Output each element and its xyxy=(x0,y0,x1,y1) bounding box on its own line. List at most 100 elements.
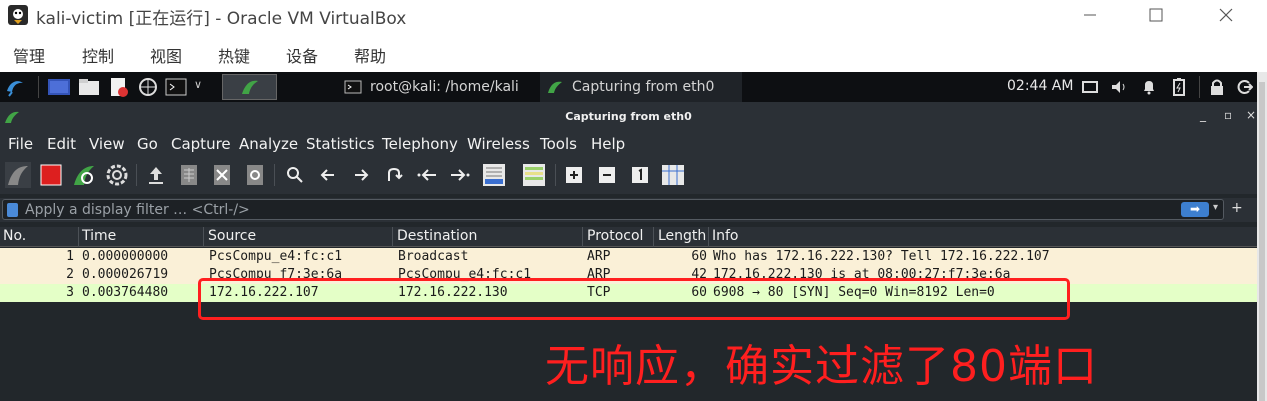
zoom-out-button[interactable] xyxy=(594,162,620,188)
column-no[interactable]: No. xyxy=(3,228,26,244)
column-length[interactable]: Length xyxy=(658,228,706,244)
packet-time: 0.000000000 xyxy=(82,249,169,264)
close-button[interactable] xyxy=(1203,0,1249,30)
restart-fin-icon xyxy=(74,166,94,185)
column-source[interactable]: Source xyxy=(208,228,256,244)
column-divider xyxy=(708,227,709,247)
go-forward-button[interactable] xyxy=(348,162,374,188)
vbox-menubar: 管理 控制 视图 热键 设备 帮助 xyxy=(0,36,1267,70)
file-manager-icon[interactable] xyxy=(78,77,100,97)
web-browser-icon[interactable] xyxy=(137,77,159,97)
go-to-packet-button[interactable] xyxy=(381,162,407,188)
close-file-button[interactable] xyxy=(209,162,235,188)
maximize-button[interactable] xyxy=(1133,0,1179,30)
column-protocol[interactable]: Protocol xyxy=(587,228,643,244)
window-title: kali-victim [正在运行] - Oracle VM VirtualBo… xyxy=(36,9,407,29)
ws-maximize-icon[interactable]: ▫ xyxy=(1224,108,1232,122)
open-file-button[interactable] xyxy=(143,162,169,188)
terminal-icon xyxy=(344,80,362,94)
menu-manage[interactable]: 管理 xyxy=(13,43,45,67)
ws-minimize-icon[interactable]: _ xyxy=(1200,108,1206,122)
column-divider xyxy=(582,227,583,247)
menu-wireless[interactable]: Wireless xyxy=(467,135,530,153)
guest-screen: ∨ root@kali: /home/kali Capturing from e… xyxy=(0,72,1257,401)
shark-fin-icon xyxy=(5,162,31,188)
minimize-button[interactable] xyxy=(1067,0,1113,30)
go-last-button[interactable] xyxy=(447,162,473,188)
save-file-button[interactable] xyxy=(176,162,202,188)
menu-view[interactable]: 视图 xyxy=(150,43,182,67)
find-packet-button[interactable] xyxy=(282,162,308,188)
menu-analyze[interactable]: Analyze xyxy=(239,135,298,153)
menu-hotkeys[interactable]: 热键 xyxy=(218,43,250,67)
column-time[interactable]: Time xyxy=(82,228,116,244)
chevron-down-icon[interactable]: ▾ xyxy=(1213,202,1218,213)
menu-devices[interactable]: 设备 xyxy=(286,43,318,67)
packet-time: 0.000026719 xyxy=(82,267,169,282)
workspace-switcher[interactable] xyxy=(222,74,277,100)
reload-file-button[interactable] xyxy=(242,162,268,188)
display-icon[interactable] xyxy=(1082,77,1098,97)
menu-capture[interactable]: Capture xyxy=(171,135,231,153)
chevron-down-icon[interactable]: ∨ xyxy=(194,78,202,91)
bookmark-icon[interactable] xyxy=(7,203,18,217)
taskbar-wireshark[interactable]: Capturing from eth0 xyxy=(540,72,742,102)
menu-tools[interactable]: Tools xyxy=(540,135,577,153)
notification-bell-icon[interactable] xyxy=(1141,77,1157,97)
kali-dragon-app-icon xyxy=(8,5,28,25)
autoscroll-button[interactable] xyxy=(481,162,507,188)
menu-help[interactable]: Help xyxy=(591,135,625,153)
file-grid-icon xyxy=(181,165,197,185)
colorize-icon xyxy=(523,164,545,186)
go-back-button[interactable] xyxy=(315,162,341,188)
terminal-icon[interactable] xyxy=(165,77,191,97)
ws-close-icon[interactable]: × xyxy=(1246,108,1256,122)
gear-icon xyxy=(106,164,128,186)
apply-filter-arrow-icon[interactable]: ➡ xyxy=(1181,202,1209,217)
packet-row[interactable]: 1 0.000000000 PcsCompu_e4:fc:c1 Broadcas… xyxy=(0,248,1257,266)
autoscroll-icon xyxy=(483,164,505,186)
workspace-icon[interactable] xyxy=(47,77,71,97)
last-packet-icon xyxy=(451,169,470,181)
capture-options-button[interactable] xyxy=(104,162,130,188)
wireshark-fin-icon xyxy=(548,81,562,93)
stop-capture-button[interactable] xyxy=(38,162,64,188)
lock-icon[interactable] xyxy=(1209,77,1225,97)
column-destination[interactable]: Destination xyxy=(397,228,477,244)
normal-size-button[interactable] xyxy=(627,162,653,188)
resize-columns-button[interactable] xyxy=(660,162,686,188)
battery-icon[interactable] xyxy=(1171,77,1187,97)
host-scrollbar[interactable] xyxy=(1257,72,1267,401)
packet-info: Who has 172.16.222.130? Tell 172.16.222.… xyxy=(713,249,1050,264)
menu-help[interactable]: 帮助 xyxy=(354,43,386,67)
colorize-button[interactable] xyxy=(521,162,547,188)
scrollbar-thumb[interactable] xyxy=(1259,82,1265,401)
kali-menu-icon[interactable] xyxy=(4,77,26,97)
volume-icon[interactable] xyxy=(1110,77,1128,97)
maximize-icon xyxy=(1149,8,1163,22)
menu-telephony[interactable]: Telephony xyxy=(382,135,458,153)
menu-statistics[interactable]: Statistics xyxy=(306,135,375,153)
packet-time: 0.003764480 xyxy=(82,285,169,300)
text-editor-icon[interactable] xyxy=(108,77,130,97)
wireshark-titlebar: Capturing from eth0 _ ▫ × xyxy=(0,102,1257,132)
menu-view[interactable]: View xyxy=(89,135,125,153)
add-filter-button[interactable]: + xyxy=(1231,200,1243,216)
menu-edit[interactable]: Edit xyxy=(47,135,76,153)
packet-destination: Broadcast xyxy=(398,249,469,264)
menu-control[interactable]: 控制 xyxy=(82,43,114,67)
annotation-text: 无响应，确实过滤了80端口 xyxy=(545,341,1098,392)
start-capture-button[interactable] xyxy=(5,162,31,188)
column-info[interactable]: Info xyxy=(712,228,739,244)
menu-go[interactable]: Go xyxy=(137,135,158,153)
logout-icon[interactable] xyxy=(1237,77,1253,97)
restart-capture-button[interactable] xyxy=(71,162,97,188)
vbox-titlebar: kali-victim [正在运行] - Oracle VM VirtualBo… xyxy=(0,0,1267,30)
display-filter-input[interactable]: Apply a display filter … <Ctrl-/> ➡ ▾ xyxy=(2,199,1224,220)
panel-clock[interactable]: 02:44 AM xyxy=(1007,78,1073,94)
zoom-in-button[interactable] xyxy=(561,162,587,188)
toolbar-separator xyxy=(274,164,275,186)
taskbar-terminal[interactable]: root@kali: /home/kali xyxy=(338,72,538,102)
menu-file[interactable]: File xyxy=(8,135,33,153)
go-first-button[interactable] xyxy=(414,162,440,188)
